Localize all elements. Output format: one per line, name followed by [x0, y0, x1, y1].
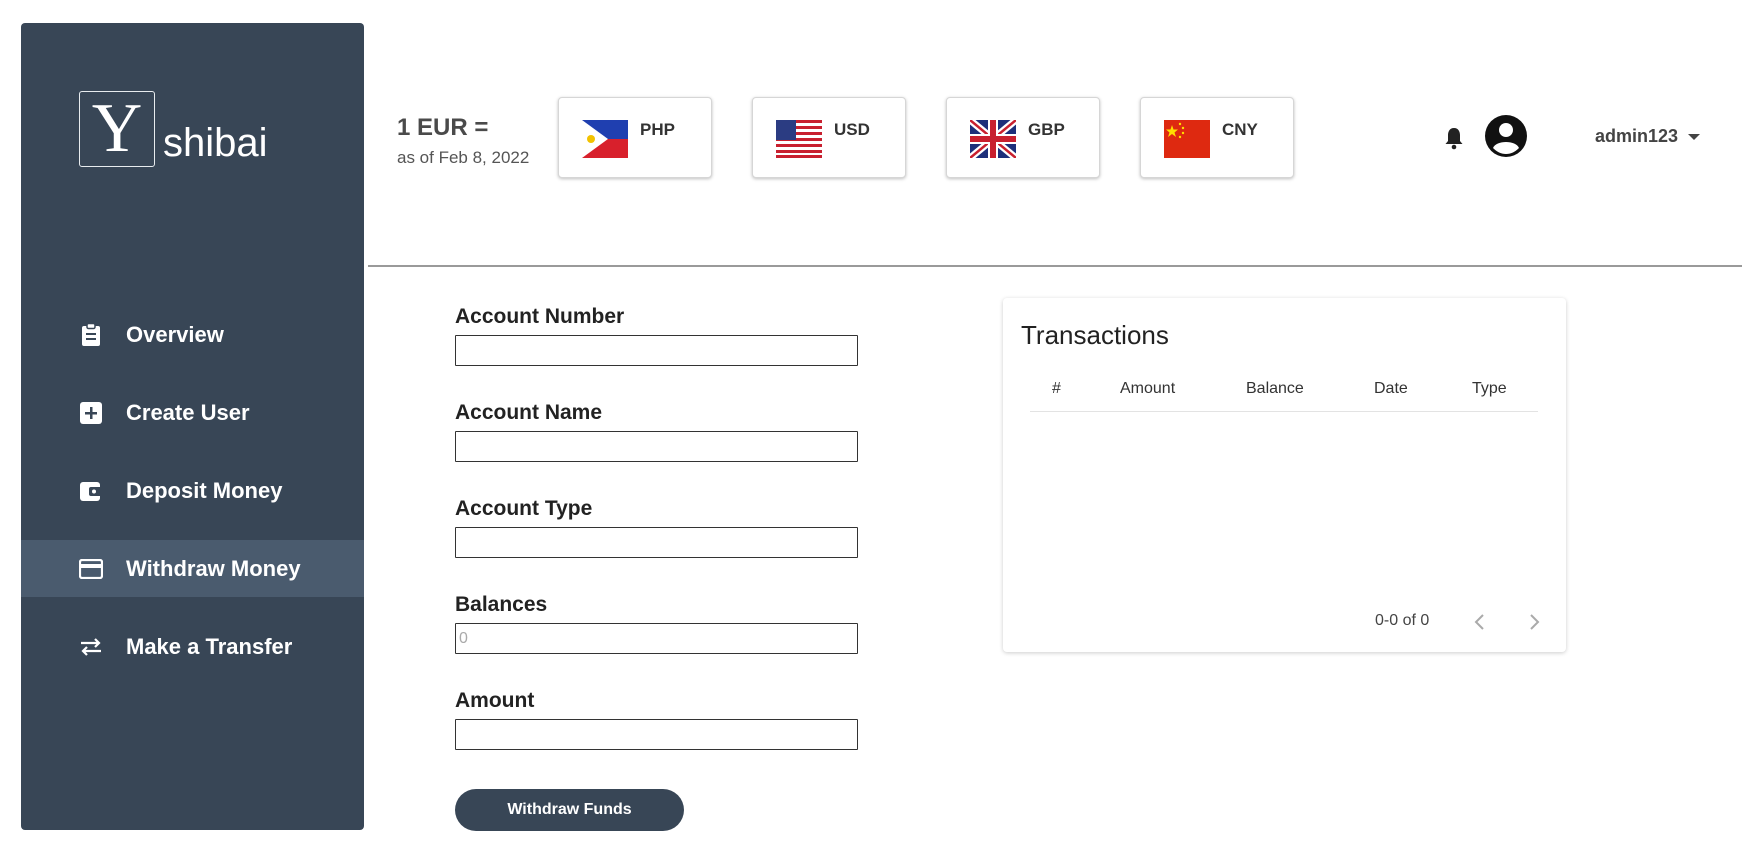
user-menu[interactable]: admin123	[1595, 126, 1701, 147]
account-name-group: Account Name	[455, 401, 858, 462]
transactions-table-header: # Amount Balance Date Type	[1030, 374, 1538, 412]
chevron-down-icon	[1688, 133, 1701, 140]
account-name-label: Account Name	[455, 401, 603, 424]
plus-box-icon	[79, 401, 103, 425]
currency-card-php[interactable]: PHP	[558, 97, 712, 178]
balances-group: Balances	[455, 593, 858, 654]
sidebar-item-overview[interactable]: Overview	[21, 306, 364, 363]
account-type-input[interactable]	[455, 527, 858, 558]
sidebar-item-label: Make a Transfer	[126, 633, 293, 659]
pagination-info: 0-0 of 0	[1375, 612, 1430, 629]
currency-code: CNY	[1222, 120, 1258, 139]
column-header-balance[interactable]: Balance	[1246, 380, 1304, 398]
sidebar: Y shibai Overview Create User Deposit Mo…	[21, 23, 364, 830]
sidebar-item-label: Create User	[126, 399, 250, 425]
account-number-label: Account Number	[455, 305, 625, 328]
balances-input[interactable]	[455, 623, 858, 654]
credit-card-icon	[79, 557, 103, 581]
brand-name: shibai	[163, 121, 268, 165]
transactions-title: Transactions	[1021, 320, 1169, 350]
currency-code: PHP	[640, 120, 675, 139]
exchange-rate-header: 1 EUR = as of Feb 8, 2022	[397, 114, 529, 168]
sidebar-item-deposit-money[interactable]: Deposit Money	[21, 462, 364, 519]
sidebar-nav: Overview Create User Deposit Money Withd…	[21, 306, 364, 696]
column-header-amount[interactable]: Amount	[1120, 380, 1175, 398]
currency-code: GBP	[1028, 120, 1065, 139]
wallet-icon	[79, 479, 103, 503]
uk-flag-icon	[970, 120, 1016, 158]
account-type-group: Account Type	[455, 497, 858, 558]
account-name-input[interactable]	[455, 431, 858, 462]
header-divider	[368, 265, 1742, 267]
logo-mark: Y	[79, 91, 155, 167]
currency-card-cny[interactable]: CNY	[1140, 97, 1294, 178]
notification-bell-icon[interactable]	[1443, 126, 1465, 150]
sidebar-item-withdraw-money[interactable]: Withdraw Money	[21, 540, 364, 597]
sidebar-item-create-user[interactable]: Create User	[21, 384, 364, 441]
chevron-right-icon[interactable]	[1524, 612, 1544, 632]
china-flag-icon	[1164, 120, 1210, 158]
account-type-label: Account Type	[455, 497, 593, 520]
balances-label: Balances	[455, 593, 548, 616]
transactions-card: Transactions # Amount Balance Date Type …	[1003, 298, 1566, 652]
column-header-date[interactable]: Date	[1374, 380, 1408, 398]
brand-logo[interactable]: Y shibai	[79, 91, 268, 167]
column-header-type[interactable]: Type	[1472, 380, 1507, 398]
rate-title: 1 EUR =	[397, 114, 489, 141]
usa-flag-icon	[776, 120, 822, 158]
account-number-input[interactable]	[455, 335, 858, 366]
user-avatar-icon[interactable]	[1485, 115, 1527, 157]
amount-label: Amount	[455, 689, 535, 712]
clipboard-icon	[79, 322, 103, 347]
currency-code: USD	[834, 120, 870, 139]
sidebar-item-label: Overview	[126, 321, 224, 347]
currency-card-gbp[interactable]: GBP	[946, 97, 1100, 178]
currency-card-usd[interactable]: USD	[752, 97, 906, 178]
rate-date: as of Feb 8, 2022	[397, 148, 530, 167]
amount-group: Amount	[455, 689, 858, 750]
account-number-group: Account Number	[455, 305, 858, 366]
chevron-left-icon[interactable]	[1470, 612, 1490, 632]
transfer-arrows-icon	[79, 635, 103, 659]
sidebar-item-make-a-transfer[interactable]: Make a Transfer	[21, 618, 364, 675]
sidebar-item-label: Deposit Money	[126, 477, 283, 503]
username: admin123	[1595, 126, 1679, 146]
philippines-flag-icon	[582, 120, 628, 158]
column-header-number[interactable]: #	[1052, 380, 1061, 398]
withdraw-funds-button[interactable]: Withdraw Funds	[455, 789, 684, 831]
sidebar-item-label: Withdraw Money	[126, 555, 301, 581]
amount-input[interactable]	[455, 719, 858, 750]
